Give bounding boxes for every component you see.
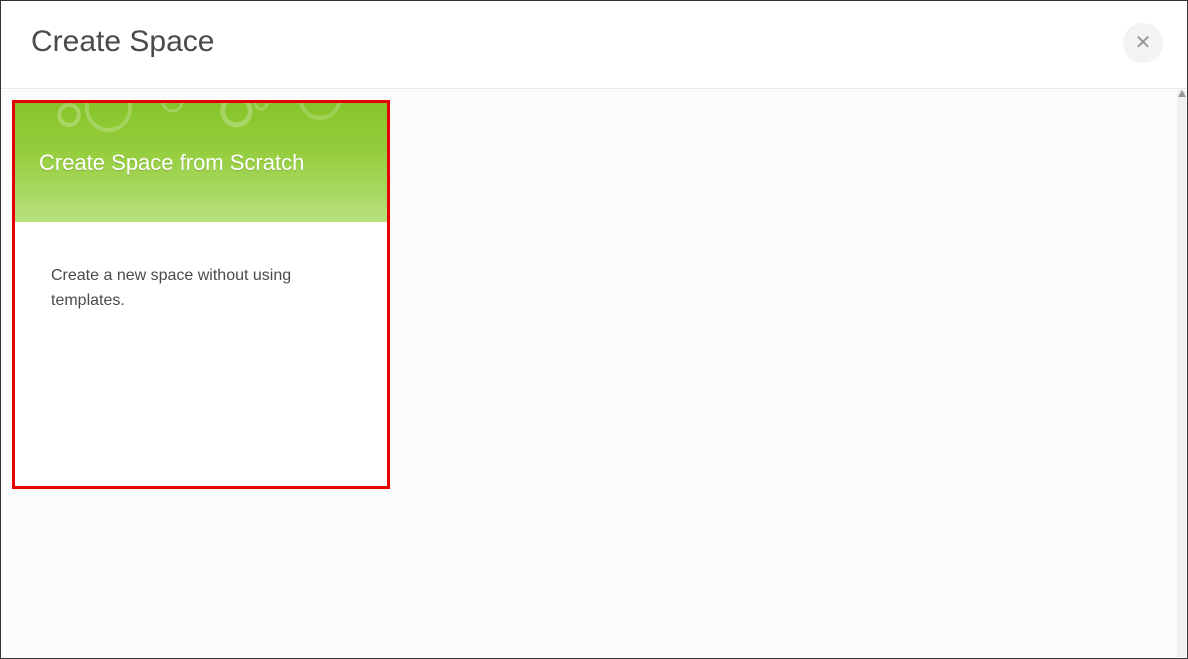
scrollbar-up-arrow-icon [1178, 90, 1186, 97]
page-title: Create Space [31, 25, 1157, 59]
create-from-scratch-card[interactable]: Create Space from Scratch Create a new s… [12, 100, 390, 489]
modal-frame: Create Space ✕ Create Space from Scratch… [0, 0, 1188, 659]
content-area: Create Space from Scratch Create a new s… [2, 90, 1177, 657]
card-description: Create a new space without using templat… [51, 264, 351, 314]
close-button[interactable]: ✕ [1123, 23, 1163, 63]
scrollbar[interactable] [1177, 90, 1186, 657]
decoration-circles [15, 103, 387, 153]
close-icon: ✕ [1135, 33, 1152, 53]
card-title: Create Space from Scratch [39, 150, 304, 176]
modal-header: Create Space ✕ [1, 1, 1187, 89]
card-body: Create a new space without using templat… [15, 222, 387, 356]
card-header: Create Space from Scratch [15, 103, 387, 222]
